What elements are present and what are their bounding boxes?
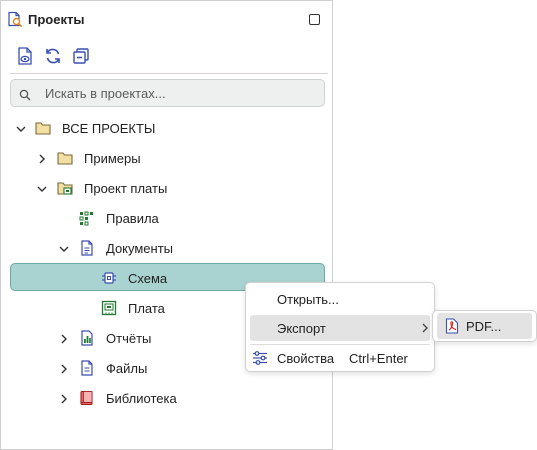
tree-item-label: Схема: [128, 271, 168, 286]
chevron-down-icon[interactable]: [36, 182, 48, 194]
preview-document-icon[interactable]: [14, 45, 36, 67]
panel-toolbar: [1, 45, 332, 71]
files-icon: [79, 360, 95, 376]
tree-item-label: Правила: [106, 211, 159, 226]
tree-item-label: Библиотека: [106, 391, 177, 406]
board-project-icon: [57, 180, 73, 196]
menu-item-label: PDF...: [466, 319, 502, 334]
menu-item-properties[interactable]: Свойства Ctrl+Enter: [250, 345, 430, 371]
tree-item-all-projects[interactable]: ВСЕ ПРОЕКТЫ: [1, 113, 332, 143]
documents-icon: [79, 240, 95, 256]
menu-item-label: Открыть...: [277, 292, 339, 307]
tree-item-documents[interactable]: Документы: [1, 233, 332, 263]
reports-icon: [79, 330, 95, 346]
chevron-right-icon[interactable]: [58, 332, 70, 344]
chevron-right-icon[interactable]: [36, 152, 48, 164]
project-search-icon: [7, 11, 23, 33]
menu-item-shortcut: Ctrl+Enter: [349, 351, 408, 366]
search-icon: [19, 88, 31, 106]
library-icon: [79, 390, 95, 406]
search-input[interactable]: [43, 83, 313, 103]
pcb-icon: [101, 300, 117, 316]
menu-item-label: Экспорт: [277, 321, 326, 336]
schematic-icon: [101, 270, 117, 286]
tree-item-label: ВСЕ ПРОЕКТЫ: [62, 121, 156, 136]
rules-icon: [79, 210, 95, 226]
collapse-all-icon[interactable]: [70, 45, 92, 67]
folder-icon: [35, 120, 51, 136]
refresh-icon[interactable]: [42, 45, 64, 67]
chevron-right-icon[interactable]: [58, 392, 70, 404]
tree-item-label: Файлы: [106, 361, 148, 376]
tree-item-label: Плата: [128, 301, 165, 316]
chevron-down-icon[interactable]: [15, 122, 27, 134]
menu-item-label: Свойства: [277, 351, 335, 366]
tree-item-label: Проект платы: [84, 181, 168, 196]
menu-item-open[interactable]: Открыть...: [250, 286, 430, 312]
projects-panel: Проекты Искать в проектах... ВСЕ ПРОЕКТЫ…: [0, 0, 333, 450]
tree-item-label: Отчёты: [106, 331, 152, 346]
folder-icon: [57, 150, 73, 166]
menu-item-export[interactable]: Экспорт: [250, 315, 430, 341]
toolbar-divider: [10, 73, 328, 74]
tree-item-library[interactable]: Библиотека: [1, 383, 332, 413]
properties-sliders-icon: [252, 350, 268, 369]
pdf-icon: [445, 318, 459, 337]
chevron-right-icon[interactable]: [58, 362, 70, 374]
project-search-box: [10, 79, 325, 107]
export-submenu: PDF...: [432, 310, 537, 342]
tree-item-rules[interactable]: Правила: [1, 203, 332, 233]
tree-item-board-project[interactable]: Проект платы: [1, 173, 332, 203]
tree-item-examples[interactable]: Примеры: [1, 143, 332, 173]
tree-item-label: Документы: [106, 241, 174, 256]
tree-item-label: Примеры: [84, 151, 141, 166]
chevron-right-icon: [421, 322, 429, 337]
menu-item-export-pdf[interactable]: PDF...: [437, 313, 532, 339]
panel-titlebar: Проекты: [1, 1, 332, 39]
chevron-down-icon[interactable]: [58, 242, 70, 254]
context-menu: Открыть... Экспорт Свойства Ctrl+Enter: [245, 282, 435, 372]
maximize-icon[interactable]: [309, 14, 320, 25]
panel-title: Проекты: [28, 12, 85, 27]
